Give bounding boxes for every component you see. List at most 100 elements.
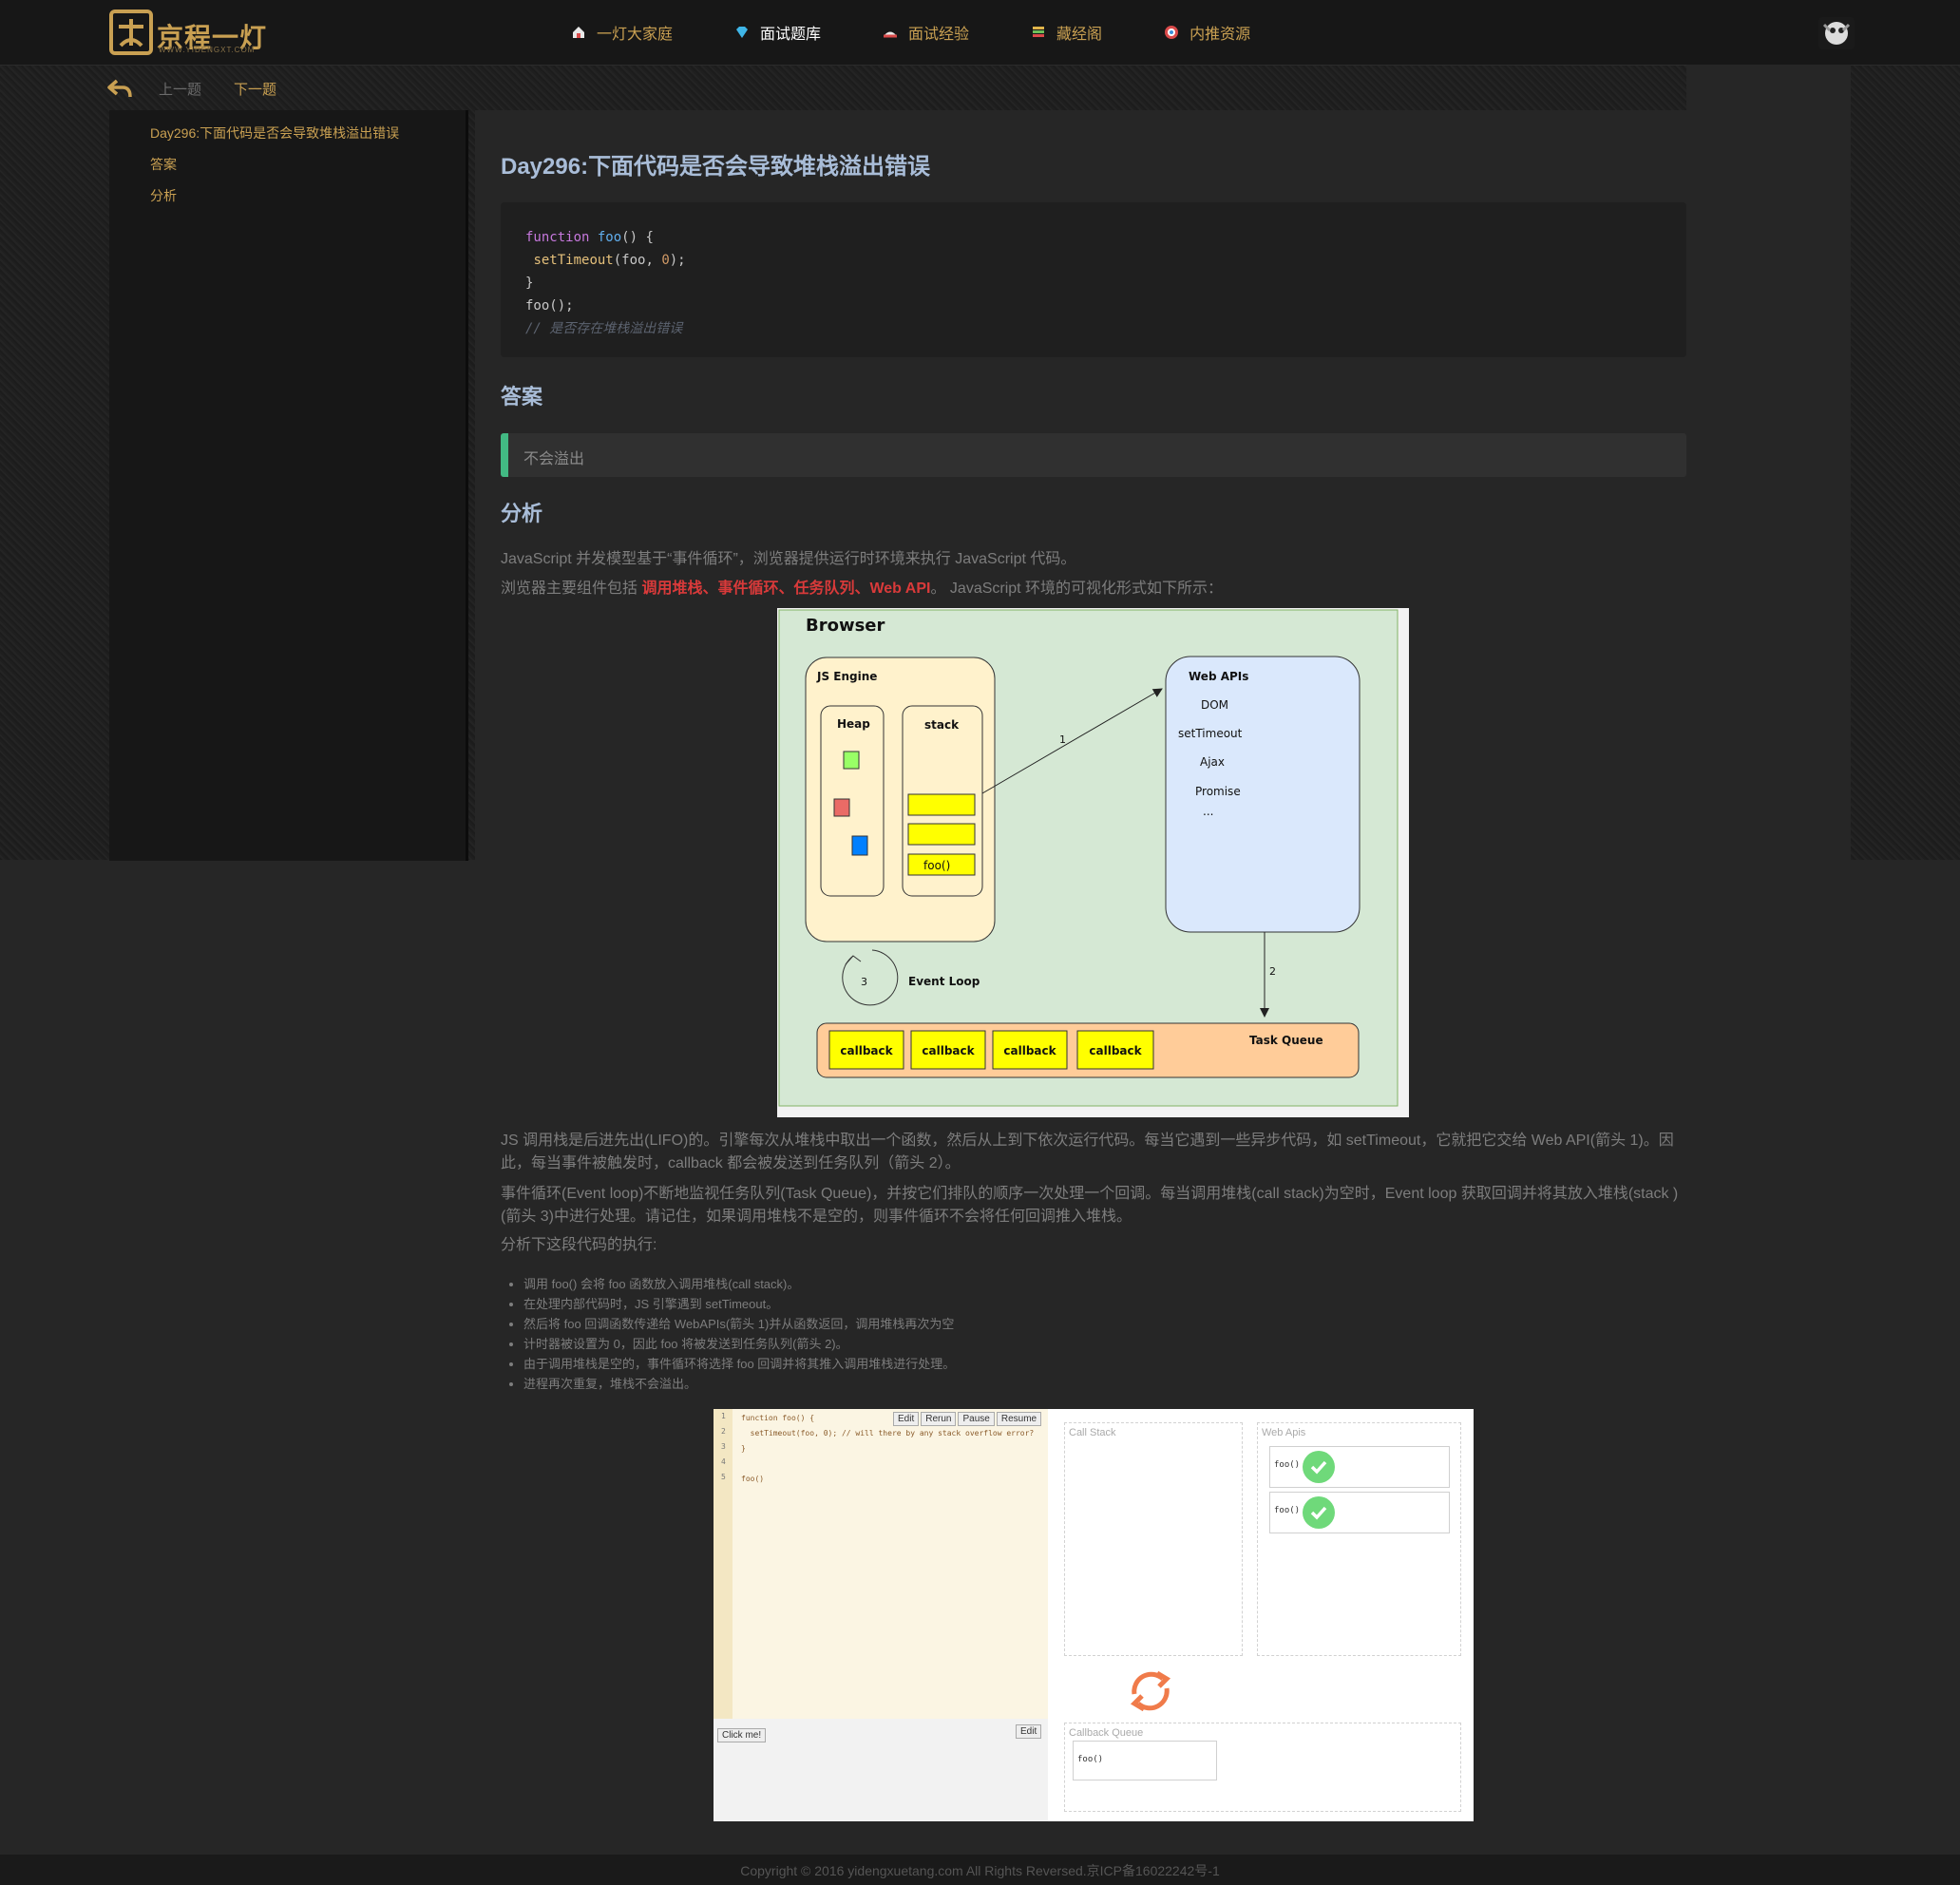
nav-item-3[interactable]: 藏经阁 (1030, 0, 1102, 65)
event-loop-paragraph: 事件循环(Event loop)不断地监视任务队列(Task Queue)，并按… (501, 1186, 1679, 1225)
web-api-item: setTimeout (1178, 727, 1243, 740)
nav-item-0[interactable]: 一灯大家庭 (570, 0, 673, 65)
question-pager: 上一题 下一题 (107, 76, 276, 101)
nav-item-label: 藏经阁 (1056, 27, 1103, 43)
target-icon (1163, 24, 1180, 41)
check-icon (1303, 1496, 1335, 1529)
top-navbar: 京程一灯 WWW.YIDENGXT.COM 一灯大家庭 面试题库 面试经验 藏经阁 内推… (0, 0, 1960, 66)
edit-button[interactable]: Edit (893, 1412, 920, 1426)
avatar-image-icon (1822, 22, 1851, 45)
exec-paragraph: 分析下这段代码的执行: (501, 1237, 657, 1253)
avatar[interactable] (1818, 17, 1855, 49)
arrow-1-label: 1 (1059, 733, 1066, 746)
callback-queue-panel: Callback Queue foo() (1064, 1723, 1461, 1812)
stack-frame (907, 793, 976, 816)
list-item: 进程再次重复，堆栈不会溢出。 (523, 1374, 955, 1394)
web-api-item: DOM (1201, 698, 1228, 712)
logo-subtext: WWW.YIDENGXT.COM (159, 46, 256, 54)
call-stack-label: Call Stack (1069, 1427, 1116, 1438)
analysis-heading: 分析 (501, 502, 543, 525)
hat-icon (882, 24, 899, 41)
editor-line: } (741, 1444, 746, 1453)
list-item: 然后将 foo 回调函数传递给 WebAPIs(箭头 1)并从函数返回，调用堆栈… (523, 1314, 955, 1334)
rerun-button[interactable]: Rerun (921, 1412, 957, 1426)
execution-steps-list: 调用 foo() 会将 foo 函数放入调用堆栈(call stack)。在处理… (501, 1274, 955, 1394)
nav-item-4[interactable]: 内推资源 (1163, 0, 1250, 65)
web-apis-label: Web APIs (1189, 670, 1248, 683)
copyright-text: Copyright © 2016 yidengxuetang.com All R… (740, 1863, 1220, 1878)
toc-item-answer[interactable]: 答案 (150, 155, 177, 174)
content-panel-top (1686, 65, 1851, 110)
nav-item-label: 一灯大家庭 (597, 27, 674, 43)
web-apis-panel: Web Apis foo() foo() (1257, 1422, 1461, 1656)
diamond-icon (733, 24, 751, 41)
callback-label: callback (922, 1044, 975, 1057)
list-item: 调用 foo() 会将 foo 函数放入调用堆栈(call stack)。 (523, 1274, 955, 1294)
nav-item-1[interactable]: 面试题库 (733, 0, 821, 65)
main-nav: 一灯大家庭 面试题库 面试经验 藏经阁 内推资源 (570, 0, 1311, 65)
stack-paragraph: JS 调用栈是后进先出(LIFO)的。引擎每次从堆栈中取出一个函数，然后从上到下… (501, 1133, 1674, 1171)
code-comment: // 是否存在堆栈溢出错误 (525, 321, 683, 336)
books-icon (1030, 24, 1047, 41)
web-api-item: Ajax (1200, 755, 1225, 769)
line-number: 2 (721, 1427, 726, 1436)
web-api-item: Promise (1195, 785, 1241, 798)
code-fn-name: foo (597, 230, 622, 245)
answer-blockquote: 不会溢出 (501, 433, 1686, 477)
heap-label: Heap (837, 717, 870, 731)
nav-item-2[interactable]: 面试经验 (882, 0, 969, 65)
event-loop-diagram: Browser JS Engine Heap stack foo() 1 Web… (777, 608, 1409, 1117)
event-loop-label: Event Loop (908, 975, 980, 988)
code-editor[interactable]: 12345 function foo() { setTimeout(foo, 0… (714, 1409, 1048, 1719)
page-title: Day296:下面代码是否会导致堆栈溢出错误 (501, 154, 931, 180)
toc-item-analysis[interactable]: 分析 (150, 186, 177, 205)
callback-label: callback (1089, 1044, 1142, 1057)
callback-label: callback (1003, 1044, 1056, 1057)
nav-item-label: 面试题库 (760, 27, 822, 43)
intro-paragraph-1: JavaScript 并发模型基于“事件循环”，浏览器提供运行时环境来执行 Ja… (501, 551, 1076, 567)
pause-button[interactable]: Pause (958, 1412, 995, 1426)
callback-label: callback (840, 1044, 893, 1057)
line-number: 4 (721, 1457, 726, 1466)
list-item: 由于调用堆栈是空的，事件循环将选择 foo 回调并将其推入调用堆栈进行处理。 (523, 1354, 955, 1374)
js-engine-label: JS Engine (816, 670, 877, 683)
back-arrow-icon[interactable] (107, 78, 132, 99)
nav-item-label: 内推资源 (1189, 27, 1251, 43)
footer: Copyright © 2016 yidengxuetang.com All R… (0, 1855, 1960, 1885)
editor-gutter: 1 2 3 4 5 (714, 1409, 733, 1719)
toc-sidebar: Day296:下面代码是否会导致堆栈溢出错误 答案 分析 (109, 110, 468, 861)
list-item: 在处理内部代码时，JS 引擎遇到 setTimeout。 (523, 1294, 955, 1314)
resume-button[interactable]: Resume (996, 1412, 1042, 1426)
task-queue-label: Task Queue (1249, 1034, 1323, 1047)
stack-frame (907, 823, 976, 846)
line-number: 3 (721, 1442, 726, 1451)
nav-item-label: 面试经验 (908, 27, 970, 43)
click-me-button[interactable]: Click me! (717, 1728, 767, 1742)
stack-frame-label: foo() (923, 859, 950, 872)
browser-label: Browser (806, 616, 885, 636)
editor-toolbar: Edit Rerun Pause Resume (893, 1412, 1043, 1426)
site-logo[interactable]: 京程一灯 WWW.YIDENGXT.COM (107, 8, 269, 57)
next-question-link[interactable]: 下一题 (234, 79, 276, 99)
stack-label: stack (924, 718, 960, 732)
console-edit-button[interactable]: Edit (1016, 1724, 1042, 1739)
editor-line: foo() (741, 1475, 765, 1483)
check-icon (1303, 1451, 1335, 1483)
heap-box (820, 705, 885, 897)
toc-item-title[interactable]: Day296:下面代码是否会导致堆栈溢出错误 (150, 124, 399, 143)
heap-object-blue (851, 835, 868, 856)
prev-question-link[interactable]: 上一题 (159, 79, 201, 99)
highlight-components: 调用堆栈、事件循环、任务队列、Web API (641, 581, 931, 597)
home-icon (570, 24, 587, 41)
console-pane: Click me! Edit (714, 1719, 1048, 1821)
line-number: 1 (721, 1412, 726, 1420)
web-api-entry: foo() (1269, 1492, 1450, 1533)
web-api-item: ... (1203, 805, 1213, 818)
arrow-3-label: 3 (861, 976, 867, 988)
line-number: 5 (721, 1473, 726, 1481)
web-api-entry: foo() (1269, 1446, 1450, 1488)
heap-object-green (843, 751, 860, 770)
code-block: function foo() { setTimeout(foo, 0); } f… (501, 202, 1686, 357)
callback-queue-label: Callback Queue (1069, 1727, 1144, 1739)
